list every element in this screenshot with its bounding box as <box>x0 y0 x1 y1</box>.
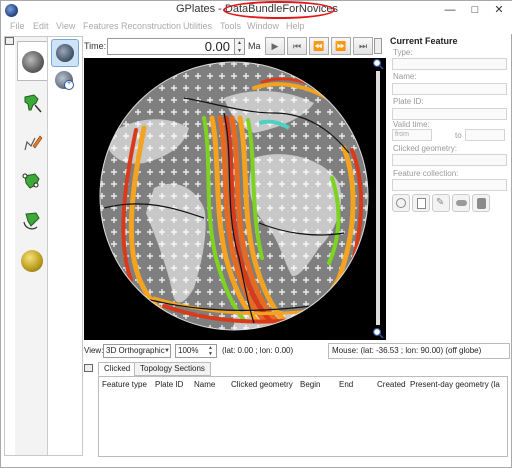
current-feature-heading: Current Feature <box>390 36 458 46</box>
pole-manipulation-tab[interactable] <box>17 199 47 239</box>
time-unit-label: Ma <box>248 41 261 51</box>
step-forward-button[interactable]: ⏩ <box>331 37 351 55</box>
africa-inspect-icon <box>21 92 43 114</box>
go-to-end-button[interactable]: ⏭ <box>353 37 373 55</box>
menu-window[interactable]: Window <box>247 21 279 31</box>
red-highlight-annotation <box>223 1 335 19</box>
move-vertex-icon: ✎ <box>436 197 445 208</box>
to-label: to <box>455 131 462 140</box>
valid-time-label: Valid time: <box>393 120 430 129</box>
menu-file[interactable]: File <box>10 21 25 31</box>
menu-utilities[interactable]: Utilities <box>183 21 212 31</box>
table-body <box>100 392 506 456</box>
plate-id-label: Plate ID: <box>393 97 424 106</box>
clicked-features-table: Feature type Plate ID Name Clicked geome… <box>98 376 508 457</box>
feature-collection-field <box>392 179 507 191</box>
view-label: View: <box>84 346 104 355</box>
column-header-feature-type[interactable]: Feature type <box>102 380 147 389</box>
move-vertex-button[interactable]: ✎ <box>432 194 450 212</box>
maximize-button[interactable]: □ <box>462 1 488 19</box>
undock-icon[interactable] <box>5 37 14 45</box>
zoom-out-magnifier-icon[interactable] <box>372 327 384 339</box>
view-status-bar: View: 3D Orthographic ▼ 100% ▲ ▼ (lat: 0.… <box>84 343 510 359</box>
tab-clicked[interactable]: Clicked <box>98 362 137 376</box>
rewind-button[interactable]: ⏮ <box>287 37 307 55</box>
velocity-grid <box>100 62 368 330</box>
time-slider-handle[interactable] <box>374 38 382 54</box>
projection-dropdown[interactable]: 3D Orthographic <box>103 344 171 358</box>
drag-globe-button[interactable] <box>51 39 79 67</box>
move-pole-icon <box>21 208 43 230</box>
small-circle-tab[interactable] <box>17 241 47 281</box>
time-spin-arrows[interactable]: ▲ ▼ <box>235 38 245 55</box>
feature-inspection-tab[interactable] <box>17 83 47 123</box>
gplates-window: GPlates - DataBundleForNovices — □ ✕ Fil… <box>0 0 512 468</box>
globe-view <box>99 61 369 331</box>
column-header-created[interactable]: Created <box>377 380 405 389</box>
drag-globe-icon <box>56 44 74 62</box>
column-header-clicked-geometry[interactable]: Clicked geometry <box>231 380 293 389</box>
title-bar: GPlates - DataBundleForNovices — □ ✕ <box>1 1 512 20</box>
menu-edit[interactable]: Edit <box>33 21 49 31</box>
digitise-pen-icon <box>21 132 43 154</box>
chevron-down-icon[interactable]: ▼ <box>164 348 170 354</box>
view-tool-tab[interactable] <box>17 41 47 81</box>
tool-buttons-panel <box>50 37 82 455</box>
zoom-in-magnifier-icon[interactable] <box>372 58 384 70</box>
delete-feature-button[interactable] <box>472 194 490 212</box>
undock-icon[interactable] <box>84 364 93 372</box>
zoom-slider[interactable] <box>376 71 380 325</box>
column-header-end[interactable]: End <box>339 380 353 389</box>
clone-feature-button[interactable] <box>452 194 470 212</box>
delete-feature-icon <box>477 198 486 209</box>
type-label: Type: <box>393 48 413 57</box>
title-prefix: GPlates - <box>175 3 225 15</box>
edit-feature-icon <box>417 198 426 209</box>
type-field <box>392 58 507 70</box>
menu-view[interactable]: View <box>56 21 75 31</box>
edit-feature-button[interactable] <box>412 194 430 212</box>
time-label: Time: <box>84 41 107 51</box>
menu-features[interactable]: Features <box>83 21 119 31</box>
step-back-button[interactable]: ⏪ <box>309 37 329 55</box>
clicked-geometry-label: Clicked geometry: <box>393 144 458 153</box>
play-button[interactable]: ▶ <box>265 37 285 55</box>
topology-edit-icon <box>21 170 43 192</box>
menu-bar: File Edit View Features Reconstruction U… <box>1 20 512 34</box>
feature-collection-label: Feature collection: <box>393 169 459 178</box>
digitisation-tab[interactable] <box>17 123 47 163</box>
globe-canvas[interactable] <box>84 58 386 340</box>
magnifier-plus-icon: + <box>64 80 74 90</box>
plate-id-field <box>392 108 507 120</box>
globe-view-icon <box>22 51 44 73</box>
zoom-spin-arrows[interactable]: ▲ ▼ <box>208 345 213 357</box>
query-feature-icon <box>396 198 406 208</box>
camera-coordinates: (lat: 0.00 ; lon: 0.00) <box>222 346 294 355</box>
menu-reconstruction[interactable]: Reconstruction <box>121 21 181 31</box>
topology-tab[interactable] <box>17 161 47 201</box>
menu-help[interactable]: Help <box>286 21 305 31</box>
clone-feature-icon <box>456 200 467 206</box>
current-feature-panel: Current Feature Type: Name: Plate ID: Va… <box>387 36 510 336</box>
query-feature-button[interactable] <box>392 194 410 212</box>
minimize-button[interactable]: — <box>437 1 463 19</box>
clicked-features-panel: Clicked Topology Sections Feature type P… <box>98 362 510 459</box>
tab-topology-sections[interactable]: Topology Sections <box>134 362 211 376</box>
column-header-name[interactable]: Name <box>194 380 215 389</box>
column-header-present-day-geometry[interactable]: Present-day geometry (la <box>410 380 506 389</box>
mouse-coordinates: Mouse: (lat: -36.53 ; lon: 90.00) (off g… <box>328 343 510 359</box>
name-field <box>392 83 507 95</box>
close-button[interactable]: ✕ <box>486 1 512 19</box>
valid-to-field <box>465 129 505 141</box>
measure-globe-icon <box>21 250 43 272</box>
reconstruction-time-input[interactable]: 0.00 <box>107 38 235 55</box>
zoom-globe-button[interactable]: + <box>51 67 79 95</box>
name-label: Name: <box>393 72 417 81</box>
reconstruction-toolbar: Time: 0.00 ▲ ▼ Ma ▶ ⏮ ⏪ ⏩ ⏭ <box>84 36 386 56</box>
valid-from-field: from <box>392 129 432 141</box>
column-header-begin[interactable]: Begin <box>300 380 320 389</box>
clicked-geometry-field <box>392 154 507 166</box>
column-header-plate-id[interactable]: Plate ID <box>155 380 183 389</box>
menu-tools[interactable]: Tools <box>220 21 241 31</box>
